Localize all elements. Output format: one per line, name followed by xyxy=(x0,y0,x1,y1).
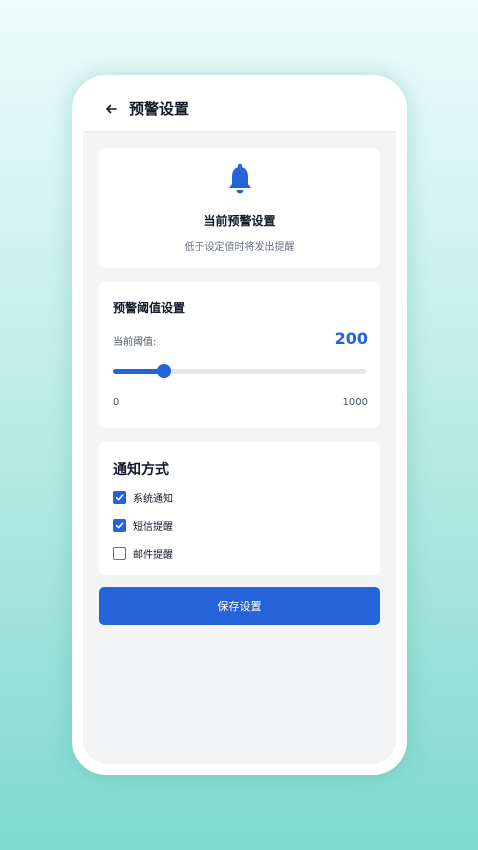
notify-card: 通知方式 系统通知 短信提醒 邮件提醒 xyxy=(99,442,380,575)
threshold-card: 预警阈值设置 当前阈值: 200 0 1000 xyxy=(99,282,380,428)
check-icon xyxy=(115,494,124,501)
page-title: 预警设置 xyxy=(129,100,190,118)
hero-title: 当前预警设置 xyxy=(203,214,276,228)
check-icon xyxy=(115,522,124,529)
arrow-left-icon[interactable] xyxy=(105,102,119,116)
option-label: 邮件提醒 xyxy=(133,550,173,561)
checkbox[interactable] xyxy=(113,519,126,532)
threshold-slider[interactable] xyxy=(113,362,366,380)
current-threshold-value: 200 xyxy=(334,329,368,348)
option-sms-reminder[interactable]: 短信提醒 xyxy=(113,518,173,533)
option-label: 系统通知 xyxy=(133,494,173,505)
phone-frame: 预警设置 当前预警设置 低于设定值时将发出提醒 预警阈值设置 当前阈值: 200… xyxy=(72,75,407,775)
slider-max-label: 1000 xyxy=(342,397,368,408)
app-screen: 预警设置 当前预警设置 低于设定值时将发出提醒 预警阈值设置 当前阈值: 200… xyxy=(83,86,396,764)
option-email-reminder[interactable]: 邮件提醒 xyxy=(113,546,173,561)
app-header: 预警设置 xyxy=(83,86,396,132)
slider-min-label: 0 xyxy=(113,397,120,408)
hero-subtitle: 低于设定值时将发出提醒 xyxy=(184,242,295,253)
save-button[interactable]: 保存设置 xyxy=(99,587,380,625)
current-alert-card: 当前预警设置 低于设定值时将发出提醒 xyxy=(99,148,380,268)
option-label: 短信提醒 xyxy=(133,522,173,533)
checkbox[interactable] xyxy=(113,491,126,504)
option-system-notification[interactable]: 系统通知 xyxy=(113,490,173,505)
checkbox[interactable] xyxy=(113,547,126,560)
threshold-title: 预警阈值设置 xyxy=(113,301,186,315)
current-threshold-label: 当前阈值: xyxy=(113,337,157,348)
slider-thumb[interactable] xyxy=(157,364,171,378)
bell-icon xyxy=(229,163,251,194)
notify-title: 通知方式 xyxy=(113,462,169,478)
